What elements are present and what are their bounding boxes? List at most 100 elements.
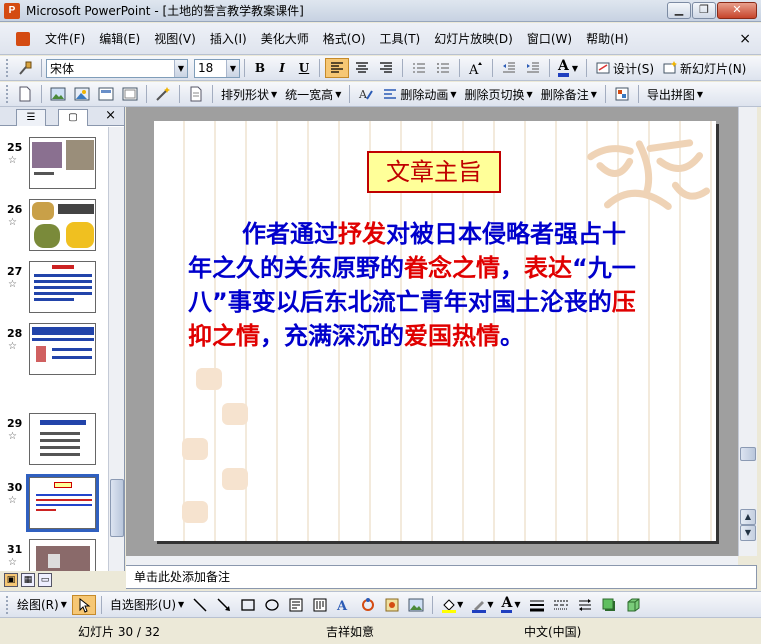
slide-title[interactable]: 文章主旨 xyxy=(367,151,501,193)
arrow-icon[interactable] xyxy=(213,595,235,615)
shadow-icon[interactable] xyxy=(598,595,620,615)
slide-thumbnail-28[interactable] xyxy=(29,323,96,375)
align-left-button[interactable] xyxy=(325,58,349,78)
magic-wand-icon[interactable] xyxy=(152,84,174,104)
puzzle-icon[interactable] xyxy=(611,84,633,104)
picture-icon[interactable] xyxy=(47,84,69,104)
notes-pane[interactable]: 单击此处添加备注 xyxy=(126,565,757,589)
arrange-shapes-button[interactable]: 排列形状 ▼ xyxy=(218,84,280,104)
slides-panel-scrollbar[interactable] xyxy=(108,127,124,571)
bullets-icon[interactable] xyxy=(432,58,454,78)
line-style-icon[interactable] xyxy=(526,595,548,615)
draw-font-color-button[interactable]: A ▼ xyxy=(498,595,523,615)
italic-button[interactable]: I xyxy=(272,58,292,78)
menu-file[interactable]: 文件(F) xyxy=(38,30,92,47)
chevron-down-icon[interactable]: ▼ xyxy=(514,600,520,609)
increase-indent-icon[interactable] xyxy=(522,58,544,78)
font-size-combo[interactable]: 18 ▼ xyxy=(194,58,240,78)
slide-thumbnail-29[interactable] xyxy=(29,413,96,465)
slide-thumbnail-25[interactable] xyxy=(29,137,96,189)
decrease-indent-icon[interactable] xyxy=(498,58,520,78)
dash-style-icon[interactable] xyxy=(550,595,572,615)
delete-transition-button[interactable]: 删除页切换 ▼ xyxy=(462,84,536,104)
uniform-size-button[interactable]: 统一宽高 ▼ xyxy=(282,84,344,104)
chevron-down-icon[interactable]: ▼ xyxy=(457,600,463,609)
toolbar-grip[interactable] xyxy=(6,85,9,103)
font-color-button[interactable]: A ▼ xyxy=(555,58,581,78)
layout-icon[interactable] xyxy=(95,84,117,104)
restore-button[interactable]: ❐ xyxy=(692,2,716,19)
menu-insert[interactable]: 插入(I) xyxy=(203,30,254,47)
menu-format[interactable]: 格式(O) xyxy=(316,30,373,47)
frame-icon[interactable] xyxy=(119,84,141,104)
slide-body-text[interactable]: 作者通过抒发对被日本侵略者强占十年之久的关东原野的眷念之情，表达“九一八”事变以… xyxy=(188,217,638,353)
rectangle-icon[interactable] xyxy=(237,595,259,615)
slide-sorter-icon[interactable]: ▦ xyxy=(21,573,35,587)
current-slide[interactable]: 文章主旨 作者通过抒发对被日本侵略者强占十年之久的关东原野的眷念之情，表达“九一… xyxy=(154,121,716,541)
toolbar-grip[interactable] xyxy=(6,595,9,614)
chevron-down-icon[interactable]: ▼ xyxy=(61,600,67,609)
delete-animation-button[interactable]: 删除动画 ▼ xyxy=(379,84,459,104)
bold-button[interactable]: B xyxy=(250,58,270,78)
menu-slideshow[interactable]: 幻灯片放映(D) xyxy=(427,30,520,47)
numbering-icon[interactable] xyxy=(408,58,430,78)
increase-font-icon[interactable]: A xyxy=(465,58,487,78)
text-style-icon[interactable]: A xyxy=(355,84,377,104)
chevron-down-icon[interactable]: ▼ xyxy=(335,90,341,99)
slideshow-view-icon[interactable]: ▭ xyxy=(38,573,52,587)
document-icon[interactable] xyxy=(16,31,30,46)
wordart-icon[interactable]: A xyxy=(333,595,355,615)
tab-outline[interactable]: ☰ xyxy=(16,109,46,126)
slide-thumbnail-30[interactable] xyxy=(26,474,99,532)
format-painter-icon[interactable] xyxy=(14,58,36,78)
delete-notes-button[interactable]: 删除备注 ▼ xyxy=(538,84,600,104)
vertical-textbox-icon[interactable] xyxy=(309,595,331,615)
chevron-down-icon[interactable]: ▼ xyxy=(226,59,239,77)
chevron-down-icon[interactable]: ▼ xyxy=(271,90,277,99)
autoshapes-button[interactable]: 自选图形(U) ▼ xyxy=(107,595,187,615)
page-icon[interactable] xyxy=(185,84,207,104)
font-name-combo[interactable]: 宋体 ▼ xyxy=(46,58,188,78)
chevron-down-icon[interactable]: ▼ xyxy=(527,90,533,99)
chevron-down-icon[interactable]: ▼ xyxy=(591,90,597,99)
menu-help[interactable]: 帮助(H) xyxy=(579,30,635,47)
menu-view[interactable]: 视图(V) xyxy=(147,30,203,47)
insert-picture-icon[interactable] xyxy=(405,595,427,615)
tab-slides[interactable]: ▢ xyxy=(58,109,88,126)
menu-window[interactable]: 窗口(W) xyxy=(520,30,579,47)
next-slide-icon[interactable]: ▼ xyxy=(740,525,756,541)
export-collage-button[interactable]: 导出拼图 ▼ xyxy=(644,84,706,104)
image-icon[interactable] xyxy=(71,84,93,104)
minimize-button[interactable]: ▁ xyxy=(667,2,691,19)
normal-view-icon[interactable]: ▣ xyxy=(4,573,18,587)
diagram-icon[interactable] xyxy=(357,595,379,615)
close-document-button[interactable]: × xyxy=(739,31,751,47)
line-icon[interactable] xyxy=(189,595,211,615)
close-button[interactable]: ✕ xyxy=(717,2,757,19)
3d-style-icon[interactable] xyxy=(622,595,644,615)
menu-beautify[interactable]: 美化大师 xyxy=(254,30,316,47)
slide-thumbnail-27[interactable] xyxy=(29,261,96,313)
design-button[interactable]: 设计(S) xyxy=(592,58,657,78)
chevron-down-icon[interactable]: ▼ xyxy=(174,59,187,77)
new-document-icon[interactable] xyxy=(14,84,36,104)
line-color-button[interactable]: ▼ xyxy=(468,595,496,615)
chevron-down-icon[interactable]: ▼ xyxy=(450,90,456,99)
align-center-button[interactable] xyxy=(351,58,373,78)
fill-color-button[interactable]: ▼ xyxy=(438,595,466,615)
oval-icon[interactable] xyxy=(261,595,283,615)
chevron-down-icon[interactable]: ▼ xyxy=(487,600,493,609)
chevron-down-icon[interactable]: ▼ xyxy=(572,64,578,73)
chevron-down-icon[interactable]: ▼ xyxy=(178,600,184,609)
draw-menu-button[interactable]: 绘图(R) ▼ xyxy=(14,595,70,615)
arrow-style-icon[interactable] xyxy=(574,595,596,615)
new-slide-button[interactable]: 新幻灯片(N) xyxy=(659,58,749,78)
textbox-icon[interactable] xyxy=(285,595,307,615)
scrollbar-thumb[interactable] xyxy=(740,447,756,461)
underline-button[interactable]: U xyxy=(294,58,314,78)
menu-edit[interactable]: 编辑(E) xyxy=(92,30,147,47)
previous-slide-icon[interactable]: ▲ xyxy=(740,509,756,525)
clipart-icon[interactable] xyxy=(381,595,403,615)
select-pointer-icon[interactable] xyxy=(71,594,96,615)
align-right-button[interactable] xyxy=(375,58,397,78)
